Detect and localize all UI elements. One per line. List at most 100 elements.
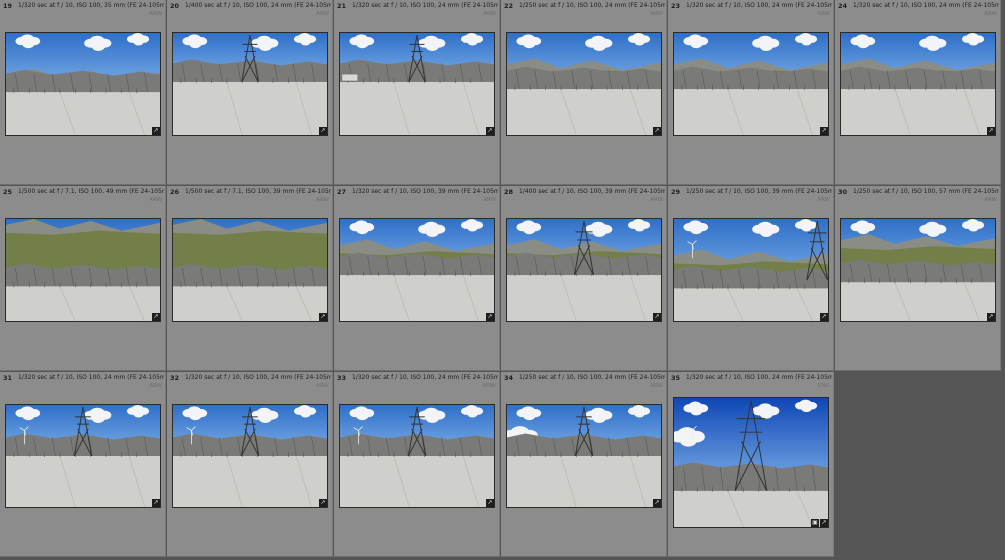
photo-cell[interactable]: 24 1/320 sec at f / 10, ISO 100, 24 mm (F…	[835, 0, 1001, 185]
photo-thumbnail[interactable]: ↗	[840, 218, 996, 322]
photo-cell[interactable]: 35 1/320 sec at f / 10, ISO 100, 24 mm (F…	[668, 372, 834, 557]
photo-thumbnail[interactable]: ↗	[172, 218, 328, 322]
photo-thumbnail[interactable]: ↗	[673, 32, 829, 136]
photo-info-header: 23 1/320 sec at f / 10, ISO 100, 24 mm (F…	[668, 0, 833, 18]
photo-thumbnail[interactable]: ↗	[172, 32, 328, 136]
photo-info-header: 29 1/250 sec at f / 10, ISO 100, 39 mm (F…	[668, 186, 833, 204]
edit-badge-icon[interactable]: ↗	[152, 313, 160, 321]
edit-badge-icon[interactable]: ↗	[152, 127, 160, 135]
photo-info-header: 28 1/400 sec at f / 10, ISO 100, 39 mm (F…	[501, 186, 666, 204]
photo-index: 28	[504, 188, 514, 196]
file-type-label: ARW	[817, 11, 830, 17]
photo-index: 35	[671, 374, 681, 382]
photo-thumbnail[interactable]: ↗	[339, 404, 495, 508]
photo-thumbnail[interactable]: ↗	[506, 32, 662, 136]
thumbnail-image	[173, 219, 327, 321]
edit-badge-icon[interactable]: ↗	[486, 313, 494, 321]
photo-info-header: 34 1/250 sec at f / 10, ISO 100, 24 mm (F…	[501, 372, 666, 390]
photo-exif-info: 1/320 sec at f / 10, ISO 100, 24 mm (FE …	[686, 2, 832, 9]
photo-cell[interactable]: 23 1/320 sec at f / 10, ISO 100, 24 mm (F…	[668, 0, 834, 185]
photo-cell[interactable]: 19 1/320 sec at f / 10, ISO 100, 35 mm (F…	[0, 0, 166, 185]
photo-info-header: 20 1/400 sec at f / 10, ISO 100, 24 mm (F…	[167, 0, 332, 18]
thumbnail-image	[6, 219, 160, 321]
edit-badge-icon[interactable]: ↗	[653, 127, 661, 135]
edit-badge-icon[interactable]: ↗	[820, 519, 828, 527]
edit-badge-icon[interactable]: ↗	[820, 127, 828, 135]
photo-index: 19	[3, 2, 13, 10]
photo-cell[interactable]: 26 1/500 sec at f / 7.1, ISO 100, 39 mm (…	[167, 186, 333, 371]
thumbnail-image	[841, 219, 995, 321]
edit-badge-icon[interactable]: ↗	[653, 313, 661, 321]
photo-thumbnail[interactable]: ↗	[339, 32, 495, 136]
thumbnail-image	[6, 405, 160, 507]
edit-badge-icon[interactable]: ↗	[319, 313, 327, 321]
file-type-label: ARW	[650, 383, 663, 389]
file-type-label: ARW	[149, 197, 162, 203]
photo-cell[interactable]: 33 1/320 sec at f / 10, ISO 100, 24 mm (F…	[334, 372, 500, 557]
stack-badge-icon[interactable]: ▣	[811, 519, 819, 527]
thumbnail-image	[507, 33, 661, 135]
photo-thumbnail[interactable]: ↗	[840, 32, 996, 136]
photo-cell[interactable]: 22 1/250 sec at f / 10, ISO 100, 24 mm (F…	[501, 0, 667, 185]
photo-info-header: 21 1/320 sec at f / 10, ISO 100, 24 mm (F…	[334, 0, 499, 18]
photo-index: 22	[504, 2, 514, 10]
photo-exif-info: 1/320 sec at f / 10, ISO 100, 24 mm (FE …	[352, 374, 498, 381]
photo-thumbnail[interactable]: ↗	[339, 218, 495, 322]
file-type-label: ARW	[817, 197, 830, 203]
photo-info-header: 30 1/250 sec at f / 10, ISO 100, 57 mm (F…	[835, 186, 1000, 204]
photo-index: 20	[170, 2, 180, 10]
photo-cell[interactable]: 20 1/400 sec at f / 10, ISO 100, 24 mm (F…	[167, 0, 333, 185]
photo-thumbnail[interactable]: ↗	[506, 404, 662, 508]
photo-exif-info: 1/320 sec at f / 10, ISO 100, 35 mm (FE …	[18, 2, 164, 9]
file-type-label: ARW	[483, 383, 496, 389]
photo-cell[interactable]: 28 1/400 sec at f / 10, ISO 100, 39 mm (F…	[501, 186, 667, 371]
photo-exif-info: 1/250 sec at f / 10, ISO 100, 39 mm (FE …	[686, 188, 832, 195]
photo-thumbnail[interactable]: ↗	[506, 218, 662, 322]
file-type-label: ARW	[650, 11, 663, 17]
file-type-label: ARW	[650, 197, 663, 203]
photo-thumbnail[interactable]: ↗	[673, 218, 829, 322]
file-type-label: ARW	[984, 11, 997, 17]
photo-info-header: 27 1/320 sec at f / 10, ISO 100, 39 mm (F…	[334, 186, 499, 204]
photo-index: 34	[504, 374, 514, 382]
thumbnail-image	[507, 405, 661, 507]
thumbnail-image	[340, 405, 494, 507]
photo-cell[interactable]: 34 1/250 sec at f / 10, ISO 100, 24 mm (F…	[501, 372, 667, 557]
edit-badge-icon[interactable]: ↗	[820, 313, 828, 321]
photo-index: 29	[671, 188, 681, 196]
photo-thumbnail[interactable]: ↗	[5, 218, 161, 322]
edit-badge-icon[interactable]: ↗	[152, 499, 160, 507]
photo-cell[interactable]: 32 1/320 sec at f / 10, ISO 100, 24 mm (F…	[167, 372, 333, 557]
photo-grid: 19 1/320 sec at f / 10, ISO 100, 35 mm (F…	[0, 0, 1005, 560]
thumbnail-image	[173, 33, 327, 135]
photo-exif-info: 1/320 sec at f / 10, ISO 100, 24 mm (FE …	[18, 374, 164, 381]
edit-badge-icon[interactable]: ↗	[486, 127, 494, 135]
photo-cell[interactable]: 30 1/250 sec at f / 10, ISO 100, 57 mm (F…	[835, 186, 1001, 371]
photo-thumbnail[interactable]: ↗	[5, 32, 161, 136]
photo-thumbnail[interactable]: ↗	[5, 404, 161, 508]
edit-badge-icon[interactable]: ↗	[319, 499, 327, 507]
photo-cell[interactable]: 31 1/320 sec at f / 10, ISO 100, 24 mm (F…	[0, 372, 166, 557]
edit-badge-icon[interactable]: ↗	[987, 313, 995, 321]
edit-badge-icon[interactable]: ↗	[653, 499, 661, 507]
photo-thumbnail[interactable]: ↗	[172, 404, 328, 508]
file-type-label: ARW	[483, 11, 496, 17]
thumbnail-image	[674, 219, 828, 321]
photo-index: 23	[671, 2, 681, 10]
photo-cell[interactable]: 29 1/250 sec at f / 10, ISO 100, 39 mm (F…	[668, 186, 834, 371]
photo-index: 33	[337, 374, 347, 382]
photo-cell[interactable]: 27 1/320 sec at f / 10, ISO 100, 39 mm (F…	[334, 186, 500, 371]
edit-badge-icon[interactable]: ↗	[987, 127, 995, 135]
photo-index: 27	[337, 188, 347, 196]
thumbnail-image	[173, 405, 327, 507]
file-type-label: ARW	[149, 383, 162, 389]
edit-badge-icon[interactable]: ↗	[319, 127, 327, 135]
photo-index: 31	[3, 374, 13, 382]
edit-badge-icon[interactable]: ↗	[486, 499, 494, 507]
photo-exif-info: 1/320 sec at f / 10, ISO 100, 24 mm (FE …	[352, 2, 498, 9]
photo-exif-info: 1/320 sec at f / 10, ISO 100, 24 mm (FE …	[185, 374, 331, 381]
photo-thumbnail[interactable]: ↗ ▣	[673, 397, 829, 528]
photo-exif-info: 1/320 sec at f / 10, ISO 100, 24 mm (FE …	[853, 2, 999, 9]
photo-cell[interactable]: 25 1/500 sec at f / 7.1, ISO 100, 49 mm (…	[0, 186, 166, 371]
photo-cell[interactable]: 21 1/320 sec at f / 10, ISO 100, 24 mm (F…	[334, 0, 500, 185]
